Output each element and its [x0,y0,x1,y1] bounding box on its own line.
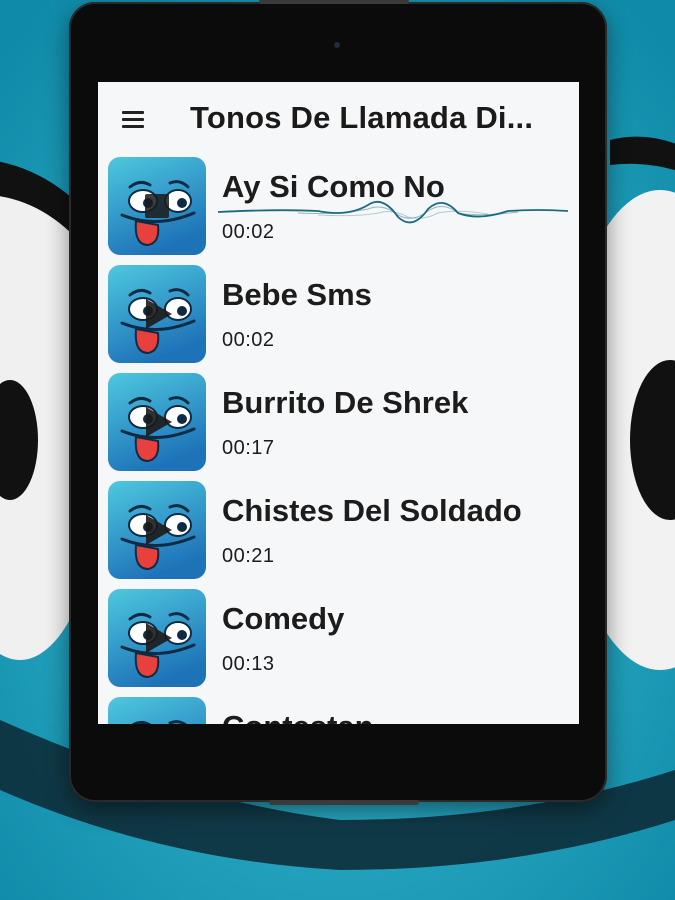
hamburger-menu-icon[interactable] [122,111,144,128]
ringtone-list-item[interactable]: Chistes Del Soldado 00:21 [98,481,579,581]
ringtone-duration: 00:21 [222,545,275,567]
ringtone-thumbnail[interactable] [108,373,206,471]
ringtone-title: Contestan [222,709,374,724]
cartoon-face-icon [108,481,206,579]
ringtone-title: Bebe Sms [222,277,372,312]
ringtone-thumbnail[interactable] [108,481,206,579]
ringtone-list-item[interactable]: Bebe Sms 00:02 [98,265,579,365]
cartoon-face-icon [108,373,206,471]
app-bar: Tonos De Llamada Di... [98,82,579,157]
ringtone-duration: 00:17 [222,437,275,459]
ringtone-list-item[interactable]: Burrito De Shrek 00:17 [98,373,579,473]
ringtone-list-item[interactable]: Comedy 00:13 [98,589,579,689]
ringtone-duration: 00:02 [222,221,275,243]
ringtone-title: Ay Si Como No [222,169,445,204]
app-title: Tonos De Llamada Di... [190,100,534,135]
ringtone-duration: 00:13 [222,653,275,675]
cartoon-face-icon [108,589,206,687]
ringtone-title: Comedy [222,601,345,636]
cartoon-face-icon [108,157,206,255]
app-screen: Tonos De Llamada Di... Ay Si Como No 00:0… [98,82,579,724]
cartoon-face-icon [108,697,206,724]
cartoon-face-icon [108,265,206,363]
ringtone-duration: 00:02 [222,329,275,351]
stop-icon[interactable] [145,194,169,218]
ringtone-thumbnail[interactable] [108,589,206,687]
front-camera [334,42,340,48]
ringtone-list-item[interactable]: Contestan [98,697,579,724]
ringtone-thumbnail[interactable] [108,265,206,363]
device-button-bottom [269,800,419,805]
ringtone-thumbnail[interactable] [108,157,206,255]
ringtone-list-item[interactable]: Ay Si Como No 00:02 [98,157,579,257]
ringtone-title: Burrito De Shrek [222,385,469,420]
ringtone-thumbnail[interactable] [108,697,206,724]
tablet-device-frame: Tonos De Llamada Di... Ay Si Como No 00:0… [69,0,607,805]
ringtone-title: Chistes Del Soldado [222,493,522,528]
device-button-top [259,0,409,4]
